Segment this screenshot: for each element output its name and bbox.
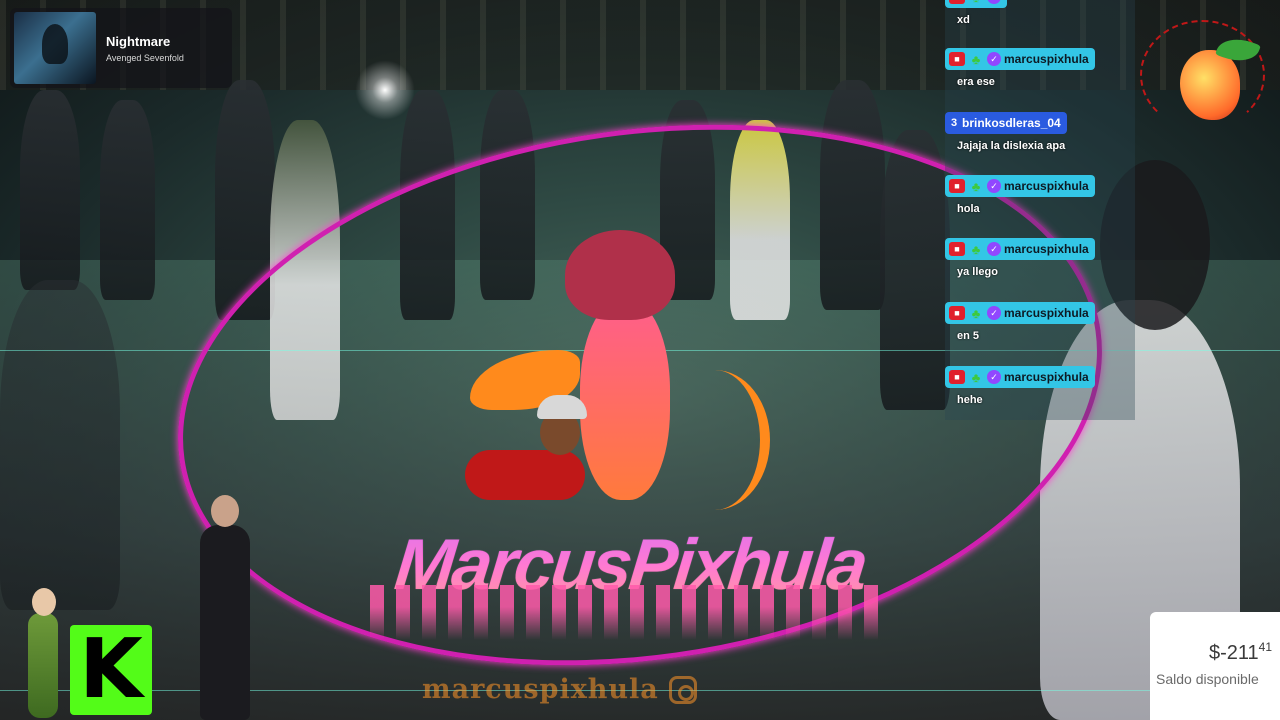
chat-username[interactable]: brinkosdleras_04 — [962, 116, 1061, 130]
santa-outfit — [465, 450, 585, 500]
chat-message: ■ ♣ ✓ xd — [945, 0, 1007, 26]
chat-header: ■ ♣ ✓ marcuspixhula — [945, 366, 1095, 388]
kick-logo-icon: K — [70, 625, 152, 715]
chat-text: Jajaja la dislexia apa — [957, 140, 1066, 152]
chat-text: hola — [957, 203, 980, 215]
chat-text: era ese — [957, 76, 995, 88]
channel-watermark: marcuspixhula — [422, 674, 697, 705]
mango-logo — [1140, 20, 1265, 130]
chat-username[interactable]: marcuspixhula — [1004, 52, 1089, 66]
singer-cutout — [8, 588, 78, 720]
chat-overlay: ■ ♣ ✓ xd ■ ♣ ✓ marcuspixhula era ese 3 b… — [945, 0, 1135, 420]
balance-amount: $-21141 — [1156, 640, 1272, 665]
camera-icon: ■ — [949, 0, 965, 4]
verified-icon: ✓ — [987, 370, 1001, 384]
badge-count: 3 — [950, 117, 958, 129]
chat-username[interactable]: marcuspixhula — [1004, 179, 1089, 193]
chat-text: xd — [957, 14, 970, 26]
icicle-drips — [370, 585, 890, 640]
chat-header: ■ ♣ ✓ marcuspixhula — [945, 302, 1095, 324]
chat-message: ■ ♣ ✓ marcuspixhula en 5 — [945, 302, 1095, 342]
dancer-head — [211, 495, 239, 527]
singer-head — [32, 588, 56, 616]
crowd-person — [100, 100, 155, 300]
chat-text: ya llego — [957, 266, 998, 278]
chat-header: ■ ♣ ✓ — [945, 0, 1007, 8]
verified-icon: ✓ — [987, 306, 1001, 320]
album-art — [14, 12, 96, 84]
mango-icon — [1180, 50, 1240, 120]
leaf-icon: ♣ — [971, 51, 981, 67]
verified-icon: ✓ — [987, 242, 1001, 256]
chat-header: ■ ♣ ✓ marcuspixhula — [945, 238, 1095, 260]
leaf-icon: ♣ — [971, 305, 981, 321]
chat-header: 3 brinkosdleras_04 — [945, 112, 1067, 134]
balance-amount-main: $-211 — [1208, 642, 1259, 664]
chat-text: en 5 — [957, 330, 980, 342]
light-flare — [355, 60, 415, 120]
chat-message: ■ ♣ ✓ marcuspixhula era ese — [945, 48, 1095, 88]
chat-header: ■ ♣ ✓ marcuspixhula — [945, 48, 1095, 70]
camera-icon: ■ — [949, 306, 965, 320]
leaf-icon: ♣ — [971, 369, 981, 385]
crowd-person — [20, 90, 80, 290]
chat-message: ■ ♣ ✓ marcuspixhula hola — [945, 175, 1095, 215]
balance-widget: $-21141 Saldo disponible — [1150, 612, 1280, 720]
chat-message: ■ ♣ ✓ marcuspixhula hehe — [945, 366, 1095, 406]
mascot-hat — [565, 230, 675, 320]
verified-icon: ✓ — [987, 52, 1001, 66]
chat-username[interactable]: marcuspixhula — [1004, 306, 1089, 320]
dancer-body — [200, 525, 250, 720]
chat-username[interactable]: marcuspixhula — [1004, 370, 1089, 384]
singer-body — [28, 613, 58, 718]
mascot-wing — [660, 370, 770, 510]
mascot-body — [580, 300, 670, 500]
balance-label: Saldo disponible — [1156, 671, 1259, 687]
watermark-text: marcuspixhula — [422, 674, 659, 705]
chat-text: hehe — [957, 394, 983, 406]
camera-icon: ■ — [949, 52, 965, 66]
verified-icon: ✓ — [987, 0, 1001, 4]
dancer-cutout — [185, 495, 265, 720]
instagram-icon — [668, 675, 697, 704]
leaf-icon: ♣ — [971, 178, 981, 194]
chat-message: 3 brinkosdleras_04 Jajaja la dislexia ap… — [945, 112, 1067, 152]
verified-icon: ✓ — [987, 179, 1001, 193]
crowd-person — [0, 280, 120, 610]
camera-icon: ■ — [949, 179, 965, 193]
leaf-icon: ♣ — [968, 0, 984, 5]
chat-header: ■ ♣ ✓ marcuspixhula — [945, 175, 1095, 197]
track-artist: Avenged Sevenfold — [106, 52, 184, 63]
now-playing-widget: Nightmare Avenged Sevenfold — [10, 8, 232, 88]
camera-icon: ■ — [949, 242, 965, 256]
leaf-icon: ♣ — [971, 241, 981, 257]
track-title: Nightmare — [106, 33, 171, 49]
camera-icon: ■ — [949, 370, 965, 384]
balance-amount-cents: 41 — [1258, 640, 1272, 654]
santa-hat-icon — [537, 395, 587, 419]
chat-username[interactable]: marcuspixhula — [1004, 242, 1089, 256]
chat-message: ■ ♣ ✓ marcuspixhula ya llego — [945, 238, 1095, 278]
